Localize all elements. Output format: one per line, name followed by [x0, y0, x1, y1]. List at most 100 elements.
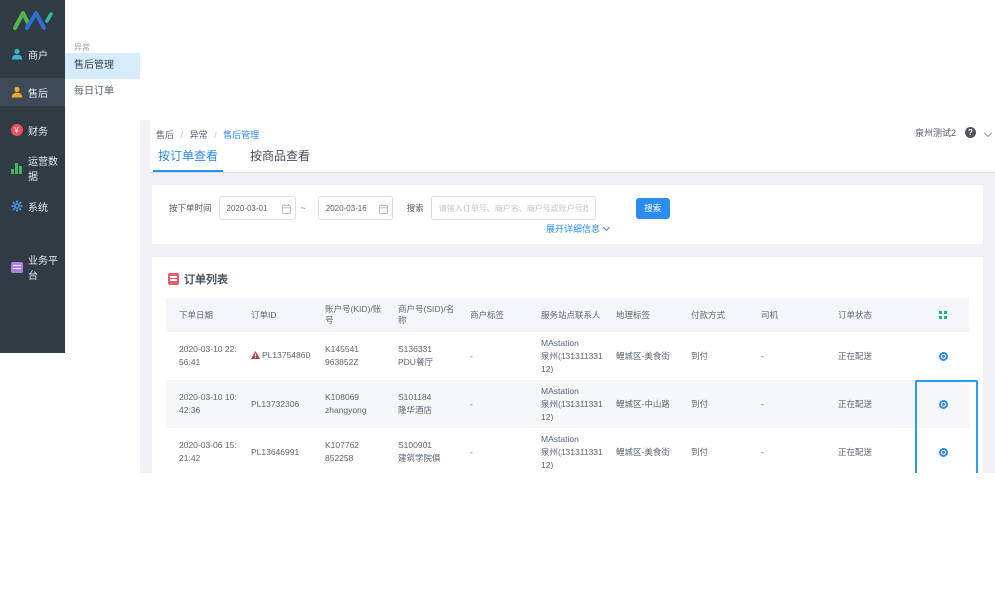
cell-driver: - [748, 350, 825, 363]
chevron-down-icon[interactable] [984, 128, 992, 136]
expand-details-link[interactable]: 展开详细信息 [546, 222, 609, 235]
cell-order-date: 2020-03-10 22:56:41 [166, 343, 238, 369]
col-header-order-id: 订单ID [238, 310, 312, 321]
tab-by-product[interactable]: 按商品查看 [245, 147, 315, 172]
breadcrumb: 售后 / 异常 / 售后管理 [156, 128, 259, 141]
sidebar-item-merchant[interactable]: 商户 [0, 40, 65, 68]
filter-card: 按下单时间 ~ 搜索 搜索 展开详细信息 [152, 185, 983, 244]
cell-sid-name: S101184 隆华酒店 [385, 391, 457, 417]
cell-order-id: PL13646991 [238, 446, 312, 459]
cell-order-date: 2020-03-06 15:21:42 [166, 439, 238, 465]
cell-merchant-tag: - [457, 446, 528, 459]
primary-sidebar: 商户 售后 ¥ 财务 运营数据 系统 业务平 [0, 0, 65, 353]
table-row: 2020-03-10 22:56:41 PL13754860 K145541 9… [166, 332, 969, 380]
search-button[interactable]: 搜索 [636, 198, 670, 219]
view-tabs: 按订单查看 按商品查看 [153, 147, 315, 172]
sidebar-item-label: 售后 [28, 85, 48, 100]
sidebar-item-label: 系统 [28, 199, 48, 214]
col-header-geo-tag: 地理标签 [603, 310, 678, 321]
table-row: 2020-03-06 15:21:42 PL13646991 K107762 8… [166, 428, 969, 473]
sidebar-item-aftersales[interactable]: 售后 [0, 78, 65, 106]
cell-kid-account: K145541 963852Z [312, 343, 385, 369]
cell-payment: 到付 [678, 350, 748, 363]
card-title-text: 订单列表 [184, 271, 228, 287]
order-list-card: 订单列表 下单日期 订单ID 账户号(KID)/账号 商户号(SID)/名称 商… [152, 257, 983, 473]
col-header-settings [917, 311, 969, 319]
search-label: 搜索 [407, 202, 424, 214]
sidebar-item-label: 商户 [28, 47, 48, 62]
search-input[interactable] [431, 196, 596, 220]
breadcrumb-item[interactable]: 异常 [190, 130, 208, 140]
merchant-person-icon [10, 48, 23, 61]
submenu-group-label: 异常 [74, 42, 140, 53]
cell-merchant-tag: - [457, 350, 528, 363]
col-header-driver: 司机 [748, 310, 825, 321]
date-range-label: 按下单时间 [169, 202, 212, 214]
table-row: 2020-03-10 10:42:36 PL13732306 K108069 z… [166, 380, 969, 428]
breadcrumb-item[interactable]: 售后 [156, 130, 174, 140]
filter-row: 按下单时间 ~ 搜索 搜索 [152, 196, 670, 220]
column-settings-icon[interactable] [939, 311, 947, 319]
cell-order-id: PL13754860 [238, 349, 312, 363]
help-icon[interactable]: ? [965, 127, 976, 138]
cell-order-status: 正在配送 [825, 446, 917, 459]
col-header-payment: 付款方式 [678, 310, 748, 321]
date-from-input[interactable] [219, 196, 296, 220]
submenu-item-daily-orders[interactable]: 每日订单 [65, 79, 140, 105]
aftersales-person-icon [10, 86, 23, 99]
view-order-button[interactable] [939, 448, 948, 457]
col-header-merchant-tag: 商户标签 [457, 310, 528, 321]
cell-kid-account: K108069 zhangyong [312, 391, 385, 417]
calendar-icon[interactable] [379, 204, 388, 214]
view-order-button[interactable] [939, 400, 948, 409]
submenu-item-aftersales-management[interactable]: 售后管理 [65, 53, 140, 79]
cell-order-id: PL13732306 [238, 398, 312, 411]
cell-sid-name: S100901 建筑学院俱 [385, 439, 457, 465]
date-separator: ~ [301, 203, 306, 213]
orders-table: 下单日期 订单ID 账户号(KID)/账号 商户号(SID)/名称 商户标签 服… [166, 298, 969, 473]
col-header-station-contact: 服务站点联系人 [528, 310, 603, 321]
col-header-order-status: 订单状态 [825, 310, 917, 321]
logo-icon [11, 9, 55, 31]
sidebar-item-business-platform[interactable]: 业务平台 [0, 253, 65, 281]
cell-order-status: 正在配送 [825, 350, 917, 363]
sidebar-item-label: 运营数据 [28, 153, 65, 183]
page-header: 售后 / 异常 / 售后管理 泉州测试2 ? 按订单查看 按商品查看 [150, 120, 995, 173]
order-list-icon [168, 273, 179, 285]
gear-icon [10, 200, 23, 213]
finance-yen-icon: ¥ [10, 124, 23, 137]
cell-payment: 到付 [678, 398, 748, 411]
cell-payment: 到付 [678, 446, 748, 459]
calendar-icon[interactable] [282, 204, 291, 214]
tab-by-order[interactable]: 按订单查看 [153, 147, 223, 172]
breadcrumb-current: 售后管理 [223, 130, 259, 140]
col-header-sid-name: 商户号(SID)/名称 [385, 304, 457, 326]
cell-order-status: 正在配送 [825, 398, 917, 411]
primary-nav: 商户 售后 ¥ 财务 运营数据 系统 业务平 [0, 40, 65, 281]
cell-actions [917, 400, 969, 409]
cell-driver: - [748, 398, 825, 411]
sidebar-item-finance[interactable]: ¥ 财务 [0, 116, 65, 144]
user-area: 泉州测试2 ? [915, 126, 987, 139]
sidebar-item-label: 业务平台 [28, 252, 65, 282]
sidebar-item-operations-data[interactable]: 运营数据 [0, 154, 65, 182]
cell-merchant-tag: - [457, 398, 528, 411]
col-header-order-date: 下单日期 [166, 310, 238, 321]
cell-actions [917, 448, 969, 457]
sidebar-item-system[interactable]: 系统 [0, 192, 65, 220]
cell-kid-account: K107762 852258 [312, 439, 385, 465]
cell-geo-tag: 鲤城区-中山路 [603, 398, 678, 411]
table-header-row: 下单日期 订单ID 账户号(KID)/账号 商户号(SID)/名称 商户标签 服… [166, 298, 969, 332]
date-to-input[interactable] [318, 196, 393, 220]
cell-driver: - [748, 446, 825, 459]
table-body: 2020-03-10 22:56:41 PL13754860 K145541 9… [166, 332, 969, 473]
cell-order-date: 2020-03-10 10:42:36 [166, 391, 238, 417]
view-order-button[interactable] [939, 352, 948, 361]
cell-geo-tag: 鲤城区-美食街 [603, 350, 678, 363]
platform-icon [10, 261, 23, 274]
user-name[interactable]: 泉州测试2 [915, 126, 956, 139]
cell-geo-tag: 鲤城区-美食街 [603, 446, 678, 459]
secondary-sidebar: 异常 售后管理 每日订单 [65, 0, 140, 353]
cell-sid-name: S136331 PDU餐厅 [385, 343, 457, 369]
cell-actions [917, 352, 969, 361]
